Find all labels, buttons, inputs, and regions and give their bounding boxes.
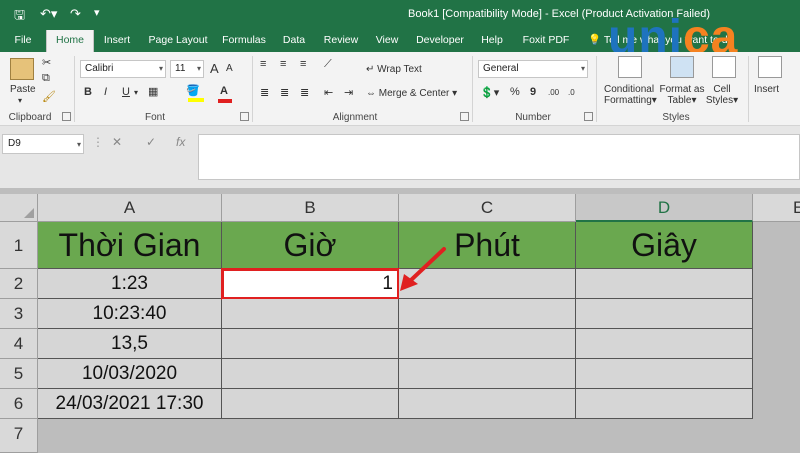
paste-button[interactable]: Paste [10,84,36,95]
italic-button[interactable]: I [104,86,107,98]
formula-bar: D9 ▾ ⋮ ✕ ✓ fx [0,126,800,188]
customize-qat-icon[interactable]: ▾ [94,6,100,19]
copy-icon[interactable]: ⧉ [42,72,50,85]
ribbon-home: Paste ▾ ✂ ⧉ 🖌 Clipboard Calibri ▾ 11 ▾ A A… [0,52,800,126]
insert-button[interactable]: Insert [754,84,779,95]
lightbulb-icon: 💡 [588,34,602,46]
cell-styles-button[interactable]: Cell Styles▾ [704,84,740,106]
font-group-label: Font [144,112,165,123]
font-color-bar [218,99,232,103]
format-as-table-icon[interactable] [670,56,694,78]
font-name-select[interactable]: Calibri ▾ [80,60,166,78]
underline-button[interactable]: U [122,86,130,98]
undo-icon[interactable]: ↶▾ [40,6,57,22]
chevron-down-icon: ▾ [580,64,585,73]
formula-bar-grip-icon: ⋮ [92,135,104,149]
align-bottom-icon[interactable]: ≡ [300,58,306,70]
increase-decimal-icon[interactable]: .00 [548,88,559,97]
number-group-label: Number [515,112,551,123]
format-painter-icon[interactable]: 🖌 [42,90,56,103]
comma-style-button[interactable]: 9 [530,86,536,98]
tab-formulas[interactable]: Formulas [218,30,270,52]
format-as-table-button[interactable]: Format as Table▾ [658,84,706,106]
wrap-text-icon: ↵ [366,64,375,75]
percent-button[interactable]: % [510,86,520,98]
grow-font-button[interactable]: A [210,61,219,76]
shrink-font-button[interactable]: A [226,63,233,74]
styles-group-label: Styles [662,112,690,123]
enter-icon[interactable]: ✓ [146,135,156,149]
conditional-formatting-icon[interactable] [618,56,642,78]
insert-cells-icon[interactable] [758,56,782,78]
clipboard-group-label: Clipboard [8,112,52,123]
font-launcher-icon[interactable] [240,112,249,121]
number-launcher-icon[interactable] [584,112,593,121]
tab-foxit-pdf[interactable]: Foxit PDF [518,30,574,52]
tab-review[interactable]: Review [320,30,362,52]
alignment-group-label: Alignment [332,112,378,123]
borders-icon[interactable]: ▦ [148,85,158,98]
underline-dropdown-icon[interactable]: ▾ [134,88,138,97]
insert-function-icon[interactable]: fx [176,135,185,149]
annotation-arrow-icon [400,247,446,291]
align-top-icon[interactable]: ≡ [260,58,266,70]
save-icon[interactable]: 🖫 [14,6,25,28]
tab-home[interactable]: Home [46,30,94,52]
chevron-down-icon: ▾ [158,64,163,73]
alignment-launcher-icon[interactable] [460,112,469,121]
align-center-icon[interactable]: ≣ [280,86,289,99]
formula-input[interactable] [198,134,800,180]
cancel-icon[interactable]: ✕ [112,135,122,149]
chevron-down-icon: ▾ [196,64,201,73]
accounting-format-icon[interactable]: 💲▾ [480,86,499,99]
conditional-formatting-button[interactable]: Conditional Formatting▾ [604,84,657,106]
tab-insert[interactable]: Insert [98,30,136,52]
number-format-select[interactable]: General ▾ [478,60,588,78]
font-color-icon[interactable]: A [220,85,228,97]
align-right-icon[interactable]: ≣ [300,86,309,99]
cut-icon[interactable]: ✂ [42,56,51,69]
merge-center-button[interactable]: ⇔ Merge & Center ▾ [366,88,457,99]
paste-dropdown-icon[interactable]: ▾ [18,96,22,105]
font-size-select[interactable]: 11 ▾ [170,60,204,78]
fill-color-icon[interactable]: 🪣 [186,84,200,97]
bold-button[interactable]: B [84,86,92,98]
tab-view[interactable]: View [370,30,404,52]
paste-icon[interactable] [10,58,34,80]
increase-indent-icon[interactable]: ⇥ [344,86,353,99]
orientation-icon[interactable]: ⟋ [324,58,332,71]
fill-color-bar [188,98,204,102]
align-middle-icon[interactable]: ≡ [280,58,286,70]
wrap-text-button[interactable]: ↵ Wrap Text [366,64,422,75]
tab-file[interactable]: File [6,30,40,52]
name-box[interactable]: D9 ▾ [2,134,84,154]
tab-help[interactable]: Help [476,30,508,52]
chevron-down-icon: ▾ [76,140,81,149]
tab-page-layout[interactable]: Page Layout [144,30,212,52]
merge-icon: ⇔ [366,88,376,99]
decrease-indent-icon[interactable]: ⇤ [324,86,333,99]
clipboard-launcher-icon[interactable] [62,112,71,121]
tab-data[interactable]: Data [278,30,310,52]
decrease-decimal-icon[interactable]: .0 [568,88,575,97]
redo-icon[interactable]: ↷ [70,6,81,22]
tab-developer[interactable]: Developer [412,30,468,52]
align-left-icon[interactable]: ≣ [260,86,269,99]
cell-styles-icon[interactable] [712,56,736,78]
